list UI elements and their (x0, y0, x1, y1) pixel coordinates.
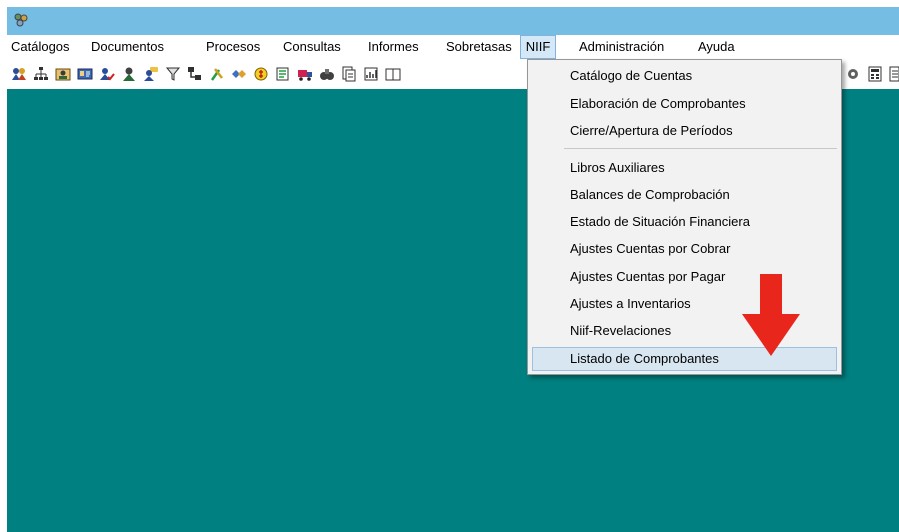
notes-icon[interactable] (889, 66, 899, 82)
menu-separator (564, 148, 837, 149)
menu-administracion[interactable]: Administración (579, 35, 664, 59)
menu-item-catalogo-cuentas[interactable]: Catálogo de Cuentas (532, 64, 837, 88)
binoculars-icon[interactable] (319, 66, 335, 82)
book-icon[interactable] (385, 66, 401, 82)
menu-bar: Catálogos Documentos Procesos Consultas … (7, 35, 899, 59)
menu-consultas[interactable]: Consultas (283, 35, 341, 59)
title-bar (7, 7, 899, 35)
menu-item-balances-comprobacion[interactable]: Balances de Comprobación (532, 183, 837, 207)
report-icon[interactable] (275, 66, 291, 82)
money-icon[interactable] (253, 66, 269, 82)
menu-item-elaboracion-comprobantes[interactable]: Elaboración de Comprobantes (532, 92, 837, 116)
app-icon (14, 13, 28, 27)
id-card-icon[interactable] (77, 66, 93, 82)
people-icon[interactable] (11, 66, 27, 82)
chart-doc-icon[interactable] (363, 66, 379, 82)
menu-item-libros-auxiliares[interactable]: Libros Auxiliares (532, 156, 837, 180)
menu-item-ajustes-cobrar[interactable]: Ajustes Cuentas por Cobrar (532, 237, 837, 261)
menu-catalogos[interactable]: Catálogos (11, 35, 70, 59)
menu-niif[interactable]: NIIF (520, 35, 556, 59)
application-window: Catálogos Documentos Procesos Consultas … (0, 0, 899, 532)
org-chart-icon[interactable] (33, 66, 49, 82)
filter-icon[interactable] (165, 66, 181, 82)
menu-sobretasas[interactable]: Sobretasas (446, 35, 512, 59)
menu-documentos[interactable]: Documentos (91, 35, 164, 59)
handshake-icon[interactable] (231, 66, 247, 82)
tools-icon[interactable] (209, 66, 225, 82)
user-check-icon[interactable] (99, 66, 115, 82)
menu-procesos[interactable]: Procesos (206, 35, 260, 59)
menu-informes[interactable]: Informes (368, 35, 419, 59)
user-card-icon[interactable] (55, 66, 71, 82)
menu-item-estado-situacion[interactable]: Estado de Situación Financiera (532, 210, 837, 234)
document-icon[interactable] (341, 66, 357, 82)
red-arrow-annotation-icon (742, 274, 800, 356)
menu-item-cierre-apertura[interactable]: Cierre/Apertura de Períodos (532, 119, 837, 143)
menu-ayuda[interactable]: Ayuda (698, 35, 735, 59)
truck-icon[interactable] (297, 66, 313, 82)
user-chat-icon[interactable] (143, 66, 159, 82)
hierarchy-icon[interactable] (187, 66, 203, 82)
settings-icon[interactable] (845, 66, 861, 82)
person-icon[interactable] (121, 66, 137, 82)
calculator-icon[interactable] (867, 66, 883, 82)
